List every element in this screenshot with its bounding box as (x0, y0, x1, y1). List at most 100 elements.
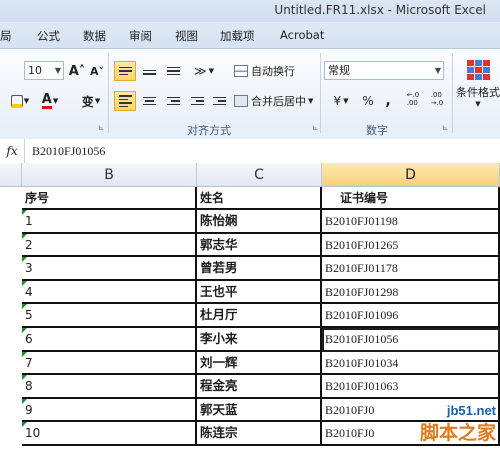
worksheet-grid: B C D 序号 姓名 证书编号 1 陈怡娴 B2010FJ01198 2 郭志华 B20… (0, 163, 500, 449)
group-separator (452, 53, 453, 133)
cell-index[interactable]: 4 (22, 280, 197, 305)
align-top-button[interactable] (114, 61, 136, 81)
increase-decimal-button[interactable]: ←.0 .00 (402, 89, 424, 109)
increase-indent-button[interactable] (208, 91, 230, 111)
cell-cert[interactable]: B2010FJ01178 (322, 257, 500, 281)
cell-cert[interactable]: B2010FJ01056 (322, 328, 500, 352)
tab-addins[interactable]: 加载项 (220, 28, 255, 44)
font-dialog-launcher-icon[interactable]: ⊾ (98, 123, 105, 132)
tab-data[interactable]: 数据 (83, 28, 106, 44)
font-size-select[interactable]: 10 ▼ (24, 61, 64, 80)
comma-icon: , (385, 93, 391, 109)
orientation-button[interactable]: ≫ ▼ (190, 61, 218, 81)
comma-button[interactable]: , (380, 91, 396, 111)
watermark-url: jb51.net (446, 403, 496, 418)
conditional-format-button[interactable]: 条件格式 ▼ (456, 53, 500, 115)
cell-cert[interactable]: B2010FJ01034 (322, 351, 500, 376)
group-separator (320, 53, 321, 133)
merge-cells-icon (234, 95, 248, 107)
cell-index[interactable]: 2 (22, 233, 197, 258)
decrease-indent-icon (190, 95, 204, 107)
cell-name[interactable]: 陈怡娴 (197, 210, 322, 234)
column-header-c[interactable]: C (197, 163, 322, 187)
merge-center-label: 合并后居中 (251, 95, 306, 108)
decrease-decimal-button[interactable]: .00 →.0 (426, 89, 448, 109)
conditional-format-label: 条件格式 (456, 86, 500, 99)
tab-acrobat[interactable]: Acrobat (280, 28, 324, 42)
font-size-value: 10 (28, 64, 42, 77)
wrap-text-button[interactable]: 自动换行 (234, 61, 300, 81)
header-cell-name[interactable]: 姓名 (197, 187, 322, 210)
align-middle-icon (142, 65, 156, 77)
column-header-b[interactable]: B (22, 163, 197, 187)
header-cell-index[interactable]: 序号 (22, 187, 197, 210)
align-top-icon (118, 65, 132, 77)
align-bottom-button[interactable] (162, 61, 184, 81)
merge-center-button[interactable]: 合并后居中 ▼ (234, 91, 318, 111)
decrease-indent-button[interactable] (186, 91, 208, 111)
cell-index[interactable]: 10 (22, 422, 197, 446)
cell-name[interactable]: 郭志华 (197, 233, 322, 258)
cell-cert[interactable]: B2010FJ01298 (322, 280, 500, 305)
font-color-button[interactable]: A ▼ (38, 91, 62, 111)
tab-review[interactable]: 审阅 (129, 28, 152, 44)
number-dialog-launcher-icon[interactable]: ⊾ (442, 123, 449, 132)
cell-index[interactable]: 5 (22, 304, 197, 328)
align-right-button[interactable] (162, 91, 184, 111)
align-right-icon (166, 95, 180, 107)
cell-index[interactable]: 8 (22, 375, 197, 399)
chevron-down-icon: ▼ (208, 67, 214, 75)
tab-layout[interactable]: 局 (0, 28, 12, 44)
cell-index[interactable]: 6 (22, 328, 197, 352)
number-format-select[interactable]: 常规 ▼ (324, 61, 444, 80)
cell-name[interactable]: 王也平 (197, 280, 322, 305)
cell-index[interactable]: 9 (22, 398, 197, 423)
alignment-dialog-launcher-icon[interactable]: ⊾ (312, 123, 319, 132)
tab-view[interactable]: 视图 (175, 28, 198, 44)
wrap-text-icon (234, 65, 248, 77)
cell-name[interactable]: 陈连宗 (197, 422, 322, 446)
cell-index[interactable]: 7 (22, 351, 197, 376)
group-label-alignment: 对齐方式 (187, 124, 231, 137)
align-center-icon (142, 95, 156, 107)
tab-formulas[interactable]: 公式 (37, 28, 60, 44)
cell-name[interactable]: 曾若男 (197, 257, 322, 281)
increase-decimal-icon: ←.0 .00 (406, 91, 420, 107)
cell-name[interactable]: 刘一辉 (197, 351, 322, 376)
align-left-icon (118, 95, 132, 107)
cell-cert[interactable]: B2010FJ01265 (322, 233, 500, 258)
fill-color-button[interactable]: ▼ (8, 91, 32, 111)
align-left-button[interactable] (114, 91, 136, 111)
cell-name[interactable]: 李小来 (197, 328, 322, 352)
cell-name[interactable]: 郭天蓝 (197, 398, 322, 423)
phonetic-button[interactable]: 变 ▼ (78, 91, 104, 111)
group-separator (108, 53, 109, 133)
cell-cert[interactable]: B2010FJ01096 (322, 304, 500, 328)
number-format-value: 常规 (328, 64, 350, 77)
align-middle-button[interactable] (138, 61, 160, 81)
corner-header (0, 163, 22, 187)
header-cell-cert[interactable]: 证书编号 (322, 187, 500, 210)
cell-index[interactable]: 3 (22, 257, 197, 281)
grow-font-button[interactable]: A˄ (68, 61, 86, 81)
watermark-text: 脚本之家 (419, 422, 496, 444)
cell-name[interactable]: 程金亮 (197, 375, 322, 399)
chevron-down-icon: ▼ (308, 97, 314, 105)
chevron-down-icon: ▼ (94, 97, 101, 105)
cell-index[interactable]: 1 (22, 210, 197, 234)
phonetic-icon: 变 (81, 94, 94, 109)
formula-input[interactable]: B2010FJ01056 (32, 144, 105, 159)
cell-cert[interactable]: B2010FJ01063 (322, 375, 500, 399)
group-label-number: 数字 (366, 124, 388, 137)
chevron-down-icon: ▼ (54, 66, 61, 75)
cell-cert[interactable]: B2010FJ01198 (322, 210, 500, 234)
align-center-button[interactable] (138, 91, 160, 111)
currency-button[interactable]: ¥ ▼ (326, 91, 356, 111)
cell-name[interactable]: 杜月厅 (197, 304, 322, 328)
align-bottom-icon (166, 65, 180, 77)
grow-font-icon: A˄ (68, 63, 86, 79)
insert-function-icon[interactable]: fx (0, 139, 25, 163)
column-header-d[interactable]: D (322, 163, 500, 187)
percent-button[interactable]: % (360, 91, 376, 111)
shrink-font-button[interactable]: A˅ (88, 61, 106, 81)
